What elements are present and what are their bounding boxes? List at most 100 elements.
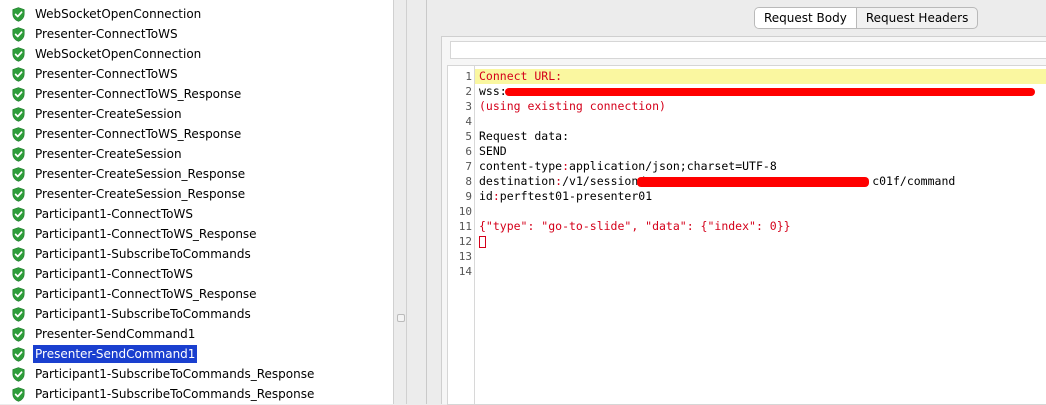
line-number: 4 bbox=[465, 115, 472, 128]
tree-item[interactable]: Presenter-ConnectToWS bbox=[12, 24, 180, 44]
line-number: 2 bbox=[465, 85, 472, 98]
tree-item-label: Participant1-ConnectToWS bbox=[35, 267, 193, 281]
status-shield-check-icon bbox=[12, 26, 25, 42]
line-number: 10 bbox=[458, 205, 472, 218]
redaction-mark bbox=[637, 177, 869, 187]
connection-note: (using existing connection) bbox=[479, 99, 666, 113]
status-shield-check-icon bbox=[12, 306, 25, 322]
request-body-editor[interactable]: 1 2 3 4 5 6 7 8 9 10 11 12 13 14 Connect URL: wss: (u… bbox=[447, 65, 1046, 405]
tree-item[interactable]: Participant1-SubscribeToCommands bbox=[12, 244, 253, 264]
header-key: destination bbox=[479, 174, 556, 188]
tab-request-body[interactable]: Request Body bbox=[755, 8, 857, 28]
tree-item-label: Participant1-ConnectToWS_Response bbox=[35, 227, 257, 241]
tree-item[interactable]: Presenter-SendCommand1 bbox=[12, 344, 198, 364]
splitter-grip-icon[interactable] bbox=[397, 314, 405, 322]
status-shield-check-icon bbox=[12, 266, 25, 282]
line-number: 3 bbox=[465, 100, 472, 113]
status-shield-check-icon bbox=[12, 326, 25, 342]
tree-item[interactable]: Presenter-SendCommand1 bbox=[12, 324, 197, 344]
line-number: 8 bbox=[465, 175, 472, 188]
tree-item[interactable]: Participant1-ConnectToWS bbox=[12, 264, 195, 284]
test-plan-tree: WebSocketOpenConnection Presenter-Connect… bbox=[0, 0, 393, 404]
tree-item-label: Presenter-ConnectToWS bbox=[35, 27, 178, 41]
editor-line-12 bbox=[475, 234, 1046, 249]
tree-item[interactable]: Presenter-ConnectToWS_Response bbox=[12, 124, 243, 144]
editor-line-1: Connect URL: bbox=[475, 69, 1046, 84]
editor-line-6: SEND bbox=[475, 144, 1046, 159]
line-number: 11 bbox=[458, 220, 472, 233]
text-cursor-icon bbox=[479, 235, 486, 248]
line-number: 14 bbox=[458, 265, 472, 278]
editor-line-11: {"type": "go-to-slide", "data": {"index"… bbox=[475, 219, 1046, 234]
tree-item[interactable]: Participant1-SubscribeToCommands_Respons… bbox=[12, 364, 316, 384]
tree-item-label: Presenter-ConnectToWS bbox=[35, 67, 178, 81]
tree-item[interactable]: Participant1-ConnectToWS_Response bbox=[12, 224, 259, 244]
status-shield-check-icon bbox=[12, 46, 25, 62]
request-tabs: Request Body Request Headers bbox=[754, 7, 979, 29]
tree-item-label: Presenter-ConnectToWS_Response bbox=[35, 87, 242, 101]
status-shield-check-icon bbox=[12, 146, 25, 162]
pane-splitter[interactable] bbox=[393, 0, 407, 404]
tree-item[interactable]: WebSocketOpenConnection bbox=[12, 4, 203, 24]
tree-item-label: Participant1-SubscribeToCommands_Respons… bbox=[35, 387, 315, 401]
tree-item[interactable]: Presenter-ConnectToWS_Response bbox=[12, 84, 243, 104]
header-key: id bbox=[479, 189, 493, 203]
status-shield-check-icon bbox=[12, 166, 25, 182]
tree-item[interactable]: Participant1-SubscribeToCommands_Respons… bbox=[12, 384, 316, 404]
tree-item[interactable]: Presenter-CreateSession_Response bbox=[12, 184, 247, 204]
tree-item-label: WebSocketOpenConnection bbox=[35, 7, 202, 21]
tree-item-label: Presenter-ConnectToWS_Response bbox=[35, 127, 242, 141]
tree-item[interactable]: Participant1-ConnectToWS_Response bbox=[12, 284, 259, 304]
status-shield-check-icon bbox=[12, 386, 25, 402]
editor-line-3: (using existing connection) bbox=[475, 99, 1046, 114]
tree-item-label: Participant1-SubscribeToCommands_Respons… bbox=[35, 367, 315, 381]
connect-url-label: Connect URL: bbox=[479, 69, 563, 83]
editor-line-7: content-type:application/json;charset=UT… bbox=[479, 159, 777, 173]
status-shield-check-icon bbox=[12, 126, 25, 142]
tree-item[interactable]: Presenter-CreateSession bbox=[12, 104, 184, 124]
header-key: content-type bbox=[479, 159, 563, 173]
status-shield-check-icon bbox=[12, 246, 25, 262]
status-shield-check-icon bbox=[12, 226, 25, 242]
line-number: 6 bbox=[465, 145, 472, 158]
tree-item-label: Participant1-SubscribeToCommands bbox=[35, 307, 251, 321]
request-body-content: 1 2 3 4 5 6 7 8 9 10 11 12 13 14 Connect URL: wss: (u… bbox=[441, 36, 1046, 405]
tree-item-label: Presenter-SendCommand1 bbox=[33, 345, 198, 363]
tree-item[interactable]: Presenter-ConnectToWS bbox=[12, 64, 180, 84]
request-panel: Request Body Request Headers 1 2 3 4 5 6 7 8 9 10… bbox=[426, 0, 1046, 405]
redaction-mark bbox=[505, 88, 1035, 96]
tree-item-label: Presenter-SendCommand1 bbox=[35, 327, 196, 341]
tab-request-headers[interactable]: Request Headers bbox=[857, 8, 978, 28]
line-number-gutter: 1 2 3 4 5 6 7 8 9 10 11 12 13 14 bbox=[448, 66, 475, 404]
line-number: 5 bbox=[465, 130, 472, 143]
url-scheme: wss: bbox=[479, 84, 507, 98]
tree-item-label: Participant1-ConnectToWS bbox=[35, 207, 193, 221]
header-value-suffix: c01f/command bbox=[872, 174, 956, 188]
tree-item[interactable]: WebSocketOpenConnection bbox=[12, 44, 203, 64]
status-shield-check-icon bbox=[12, 286, 25, 302]
status-shield-check-icon bbox=[12, 66, 25, 82]
tree-item-label: Participant1-ConnectToWS_Response bbox=[35, 287, 257, 301]
header-value: application/json;charset=UTF-8 bbox=[569, 159, 777, 173]
stomp-command: SEND bbox=[479, 144, 507, 158]
editor-line-9: id:perftest01-presenter01 bbox=[479, 189, 653, 203]
tree-item[interactable]: Presenter-CreateSession_Response bbox=[12, 164, 247, 184]
tree-item[interactable]: Participant1-SubscribeToCommands bbox=[12, 304, 253, 324]
tree-item[interactable]: Participant1-ConnectToWS bbox=[12, 204, 195, 224]
line-number: 12 bbox=[458, 235, 472, 248]
request-data-label: Request data: bbox=[479, 129, 570, 143]
line-number: 9 bbox=[465, 190, 472, 203]
tree-item-label: Presenter-CreateSession bbox=[35, 107, 182, 121]
status-shield-check-icon bbox=[12, 186, 25, 202]
line-number: 1 bbox=[465, 70, 472, 83]
header-value: /v1/session/ bbox=[562, 174, 646, 188]
status-shield-check-icon bbox=[12, 106, 25, 122]
line-number: 13 bbox=[458, 250, 472, 263]
json-body: {"type": "go-to-slide", "data": {"index"… bbox=[479, 219, 791, 233]
line-number: 7 bbox=[465, 160, 472, 173]
editor-line-5: Request data: bbox=[475, 129, 1046, 144]
tree-item[interactable]: Presenter-CreateSession bbox=[12, 144, 184, 164]
status-shield-check-icon bbox=[12, 6, 25, 22]
tree-item-label: Presenter-CreateSession bbox=[35, 147, 182, 161]
header-value: perftest01-presenter01 bbox=[499, 189, 653, 203]
